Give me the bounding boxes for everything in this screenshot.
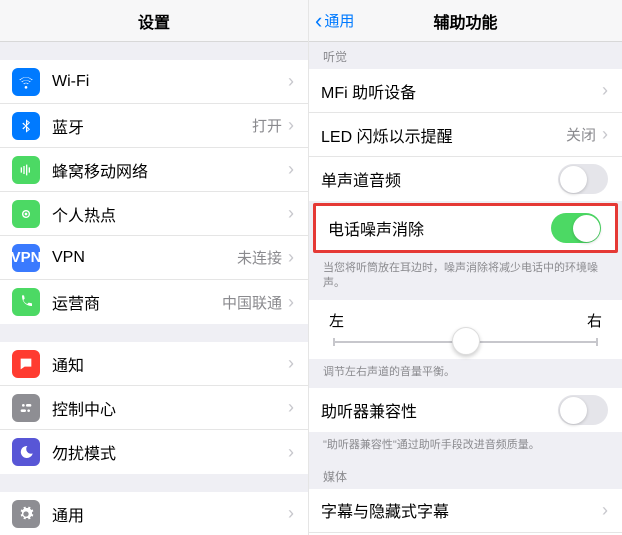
row-label: 电话噪声消除 xyxy=(328,216,551,240)
row-subtitles[interactable]: 字幕与隐藏式字幕 › xyxy=(309,489,622,533)
back-label: 通用 xyxy=(324,10,354,31)
hotspot-icon xyxy=(12,200,40,228)
row-label: 通用 xyxy=(52,502,288,526)
settings-row-wifi[interactable]: Wi-Fi› xyxy=(0,60,308,104)
row-label: 蜂窝移动网络 xyxy=(52,158,288,182)
wifi-icon xyxy=(12,68,40,96)
toggle-mono-audio[interactable] xyxy=(558,164,608,194)
chevron-right-icon: › xyxy=(288,353,294,374)
row-value: 关闭 xyxy=(566,124,596,145)
toggle-hearing-aid[interactable] xyxy=(558,395,608,425)
row-value: 未连接 xyxy=(237,247,282,268)
section-footer: 调节左右声道的音量平衡。 xyxy=(309,359,622,388)
accessibility-pane: ‹ 通用 辅助功能 听觉 MFi 助听设备 › LED 闪烁以示提醒 关闭 › … xyxy=(309,0,622,535)
page-title: 辅助功能 xyxy=(433,9,497,33)
row-mono-audio[interactable]: 单声道音频 xyxy=(309,157,622,201)
settings-row-carrier[interactable]: 运营商中国联通 › xyxy=(0,280,308,324)
chevron-right-icon: › xyxy=(288,247,294,268)
balance-slider-row: 左 右 xyxy=(309,300,622,359)
row-label: 勿扰模式 xyxy=(52,440,288,464)
row-phone-noise-cancel[interactable]: 电话噪声消除 xyxy=(316,206,615,250)
settings-row-vpn[interactable]: VPNVPN未连接› xyxy=(0,236,308,280)
notifications-icon xyxy=(12,350,40,378)
settings-pane: 设置 Wi-Fi›蓝牙打开›蜂窝移动网络›个人热点›VPNVPN未连接›运营商中… xyxy=(0,0,309,535)
settings-row-general[interactable]: 通用› xyxy=(0,492,308,535)
row-label: 控制中心 xyxy=(52,396,288,420)
chevron-right-icon: › xyxy=(288,203,294,224)
slider-thumb[interactable] xyxy=(452,327,480,355)
settings-row-bluetooth[interactable]: 蓝牙打开 › xyxy=(0,104,308,148)
chevron-right-icon: › xyxy=(288,292,294,313)
row-label: 单声道音频 xyxy=(321,167,558,191)
bluetooth-icon xyxy=(12,112,40,140)
row-value: 打开 xyxy=(252,115,282,136)
highlighted-row: 电话噪声消除 xyxy=(313,203,618,253)
row-label: 个人热点 xyxy=(52,202,288,226)
general-icon xyxy=(12,500,40,528)
settings-row-notifications[interactable]: 通知› xyxy=(0,342,308,386)
settings-row-dnd[interactable]: 勿扰模式› xyxy=(0,430,308,474)
row-label: Wi-Fi xyxy=(52,73,288,91)
chevron-right-icon: › xyxy=(288,159,294,180)
row-mfi-hearing[interactable]: MFi 助听设备 › xyxy=(309,69,622,113)
row-label: 助听器兼容性 xyxy=(321,398,558,422)
dnd-icon xyxy=(12,438,40,466)
row-label: VPN xyxy=(52,249,237,267)
back-button[interactable]: ‹ 通用 xyxy=(315,10,354,32)
toggle-noise-cancel[interactable] xyxy=(551,213,601,243)
nav-bar-right: ‹ 通用 辅助功能 xyxy=(309,0,622,42)
row-label: MFi 助听设备 xyxy=(321,79,602,103)
row-label: 字幕与隐藏式字幕 xyxy=(321,498,602,522)
page-title: 设置 xyxy=(138,9,170,33)
section-header-hearing: 听觉 xyxy=(309,42,622,69)
chevron-right-icon: › xyxy=(602,124,608,145)
row-led-flash[interactable]: LED 闪烁以示提醒 关闭 › xyxy=(309,113,622,157)
chevron-right-icon: › xyxy=(602,500,608,521)
slider-right-label: 右 xyxy=(587,310,602,331)
row-label: LED 闪烁以示提醒 xyxy=(321,123,566,147)
row-label: 运营商 xyxy=(52,290,222,314)
settings-row-controlcenter[interactable]: 控制中心› xyxy=(0,386,308,430)
section-footer: 当您将听筒放在耳边时，噪声消除将减少电话中的环境噪声。 xyxy=(309,255,622,300)
slider-left-label: 左 xyxy=(329,310,344,331)
carrier-icon xyxy=(12,288,40,316)
row-value: 中国联通 xyxy=(222,292,282,313)
settings-row-cellular[interactable]: 蜂窝移动网络› xyxy=(0,148,308,192)
row-label: 蓝牙 xyxy=(52,114,252,138)
nav-bar-left: 设置 xyxy=(0,0,308,42)
settings-row-hotspot[interactable]: 个人热点› xyxy=(0,192,308,236)
balance-slider[interactable] xyxy=(333,341,598,343)
row-label: 通知 xyxy=(52,352,288,376)
controlcenter-icon xyxy=(12,394,40,422)
chevron-left-icon: ‹ xyxy=(315,10,322,32)
vpn-icon: VPN xyxy=(12,244,40,272)
section-footer: "助听器兼容性"通过助听手段改进音频质量。 xyxy=(309,432,622,461)
chevron-right-icon: › xyxy=(288,71,294,92)
chevron-right-icon: › xyxy=(288,115,294,136)
chevron-right-icon: › xyxy=(288,503,294,524)
chevron-right-icon: › xyxy=(602,80,608,101)
cellular-icon xyxy=(12,156,40,184)
section-header-media: 媒体 xyxy=(309,462,622,489)
chevron-right-icon: › xyxy=(288,442,294,463)
row-hearing-aid-compat[interactable]: 助听器兼容性 xyxy=(309,388,622,432)
chevron-right-icon: › xyxy=(288,397,294,418)
